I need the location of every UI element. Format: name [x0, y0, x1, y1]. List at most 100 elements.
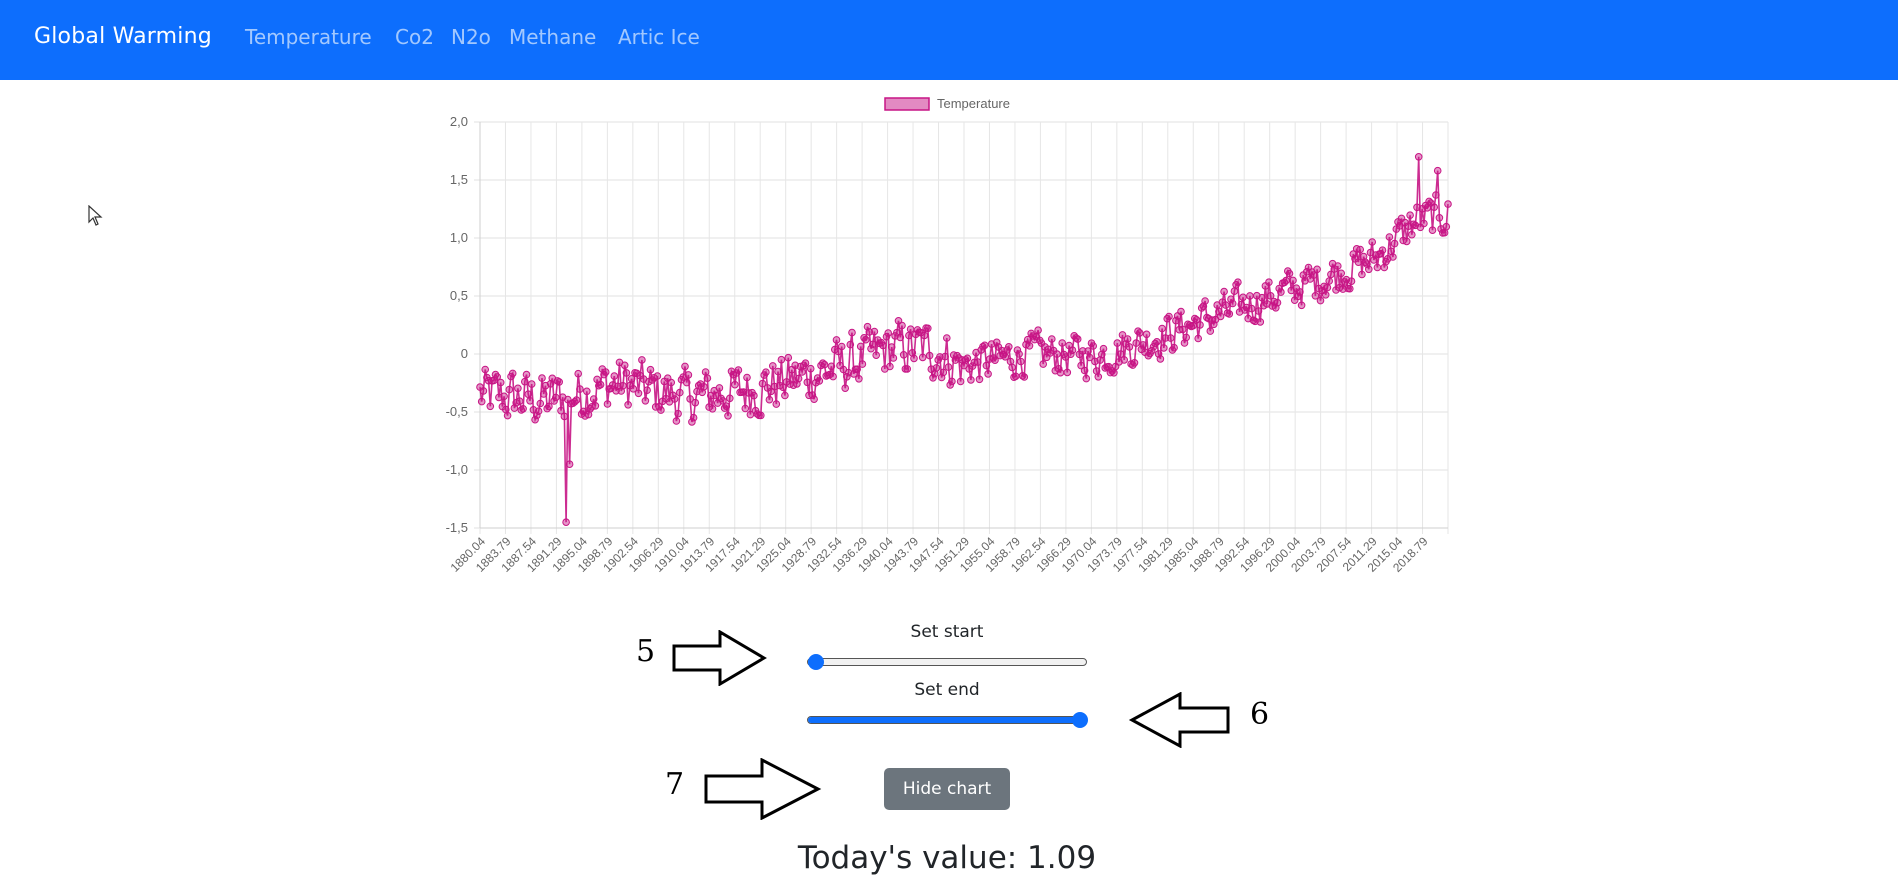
nav-link-methane[interactable]: Methane	[509, 25, 596, 49]
temperature-point	[963, 354, 972, 363]
temperature-point	[583, 387, 591, 396]
temperature-point	[899, 351, 908, 359]
set-end-label: Set end	[914, 680, 980, 700]
temperature-point	[879, 341, 887, 350]
temperature-point	[1222, 301, 1230, 309]
temperature-point	[870, 327, 879, 336]
temperature-point	[898, 321, 906, 330]
temperature-point	[1406, 211, 1414, 219]
right-arrow-icon	[704, 758, 822, 820]
temperature-point	[903, 365, 912, 373]
temperature-point	[534, 407, 543, 416]
temperature-point	[1325, 277, 1334, 285]
temperature-point	[508, 369, 517, 378]
temperature-point	[784, 353, 793, 362]
temperature-point	[646, 365, 655, 374]
start-slider-thumb[interactable]	[808, 654, 824, 670]
temperature-point	[627, 375, 636, 383]
temperature-point	[1228, 299, 1237, 308]
temperature-point	[1025, 342, 1034, 350]
temperature-point	[1063, 368, 1072, 377]
temperature-point	[1239, 293, 1247, 302]
temperature-point	[918, 353, 927, 362]
temperature-point	[1073, 335, 1082, 343]
navbar: Global Warming Temperature Co2 N2o Metha…	[0, 0, 1898, 80]
temperature-point	[691, 398, 700, 407]
temperature-point	[1094, 373, 1103, 381]
temperature-point	[956, 377, 965, 386]
temperature-point	[1358, 270, 1366, 279]
nav-link-n2o[interactable]: N2o	[451, 25, 491, 49]
temperature-point	[925, 351, 934, 360]
temperature-point	[1216, 312, 1225, 321]
temperature-point	[1230, 287, 1239, 295]
brand-title[interactable]: Global Warming	[34, 24, 212, 49]
temperature-point	[750, 391, 758, 400]
temperature-point	[1432, 191, 1440, 199]
temperature-point	[539, 390, 548, 398]
temperature-point	[741, 404, 750, 413]
temperature-point	[820, 360, 829, 369]
temperature-point	[708, 405, 717, 413]
temperature-point	[980, 341, 989, 350]
temperature-point	[757, 411, 765, 420]
temperature-point	[829, 372, 837, 381]
temperature-point	[939, 368, 948, 377]
start-slider[interactable]	[807, 654, 1087, 670]
temperature-point	[1132, 339, 1141, 347]
temperature-point	[781, 391, 789, 400]
temperature-point	[1113, 339, 1122, 347]
end-slider-thumb[interactable]	[1072, 712, 1088, 728]
temperature-point	[601, 368, 610, 376]
temperature-point	[1247, 304, 1256, 313]
nav-link-artic-ice[interactable]: Artic Ice	[618, 25, 700, 49]
temperature-point	[1289, 276, 1297, 285]
temperature-point	[1373, 263, 1382, 272]
y-tick-label: -1,5	[446, 520, 468, 535]
temperature-point	[1139, 341, 1147, 349]
temperature-point	[1277, 288, 1285, 296]
temperature-point	[910, 354, 918, 363]
temperature-point	[667, 378, 675, 387]
annotation-number-7: 7	[665, 767, 685, 802]
legend-label: Temperature	[937, 96, 1010, 111]
temperature-point	[810, 395, 818, 404]
temperature-point	[481, 365, 490, 374]
temperature-point	[762, 368, 770, 377]
temperature-point	[1058, 339, 1067, 347]
temperature-point	[500, 392, 508, 401]
temperature-point	[1011, 372, 1020, 381]
temperature-point	[777, 355, 786, 364]
temperature-point	[765, 395, 774, 404]
temperature-point	[932, 364, 941, 372]
temperature-point	[853, 365, 862, 374]
hide-chart-button[interactable]: Hide chart	[884, 768, 1010, 810]
temperature-point	[1080, 366, 1089, 375]
temperature-point	[477, 397, 486, 406]
temperature-point	[1130, 359, 1139, 367]
temperature-point	[657, 406, 665, 414]
temperature-point	[1408, 230, 1416, 239]
temperature-point	[1321, 291, 1330, 299]
temperature-point	[948, 377, 956, 386]
temperature-point	[806, 364, 815, 373]
temperature-point	[619, 382, 627, 390]
temperature-point	[726, 394, 734, 403]
end-slider[interactable]	[807, 712, 1088, 728]
temperature-point	[984, 370, 992, 378]
temperature-point	[1225, 310, 1234, 318]
temperature-point	[1296, 288, 1304, 296]
nav-link-temperature[interactable]: Temperature	[245, 25, 372, 49]
temperature-point	[769, 362, 777, 370]
temperature-point	[1177, 307, 1185, 316]
temperature-point	[1196, 321, 1204, 329]
temperature-point	[715, 384, 724, 392]
temperature-point	[496, 378, 505, 387]
temperature-point	[975, 375, 984, 384]
temperature-point	[1265, 278, 1273, 286]
temperature-point	[552, 393, 560, 402]
temperature-point	[536, 399, 545, 408]
temperature-point	[1017, 357, 1025, 366]
temperature-point	[514, 384, 522, 393]
nav-link-co2[interactable]: Co2	[395, 25, 434, 49]
